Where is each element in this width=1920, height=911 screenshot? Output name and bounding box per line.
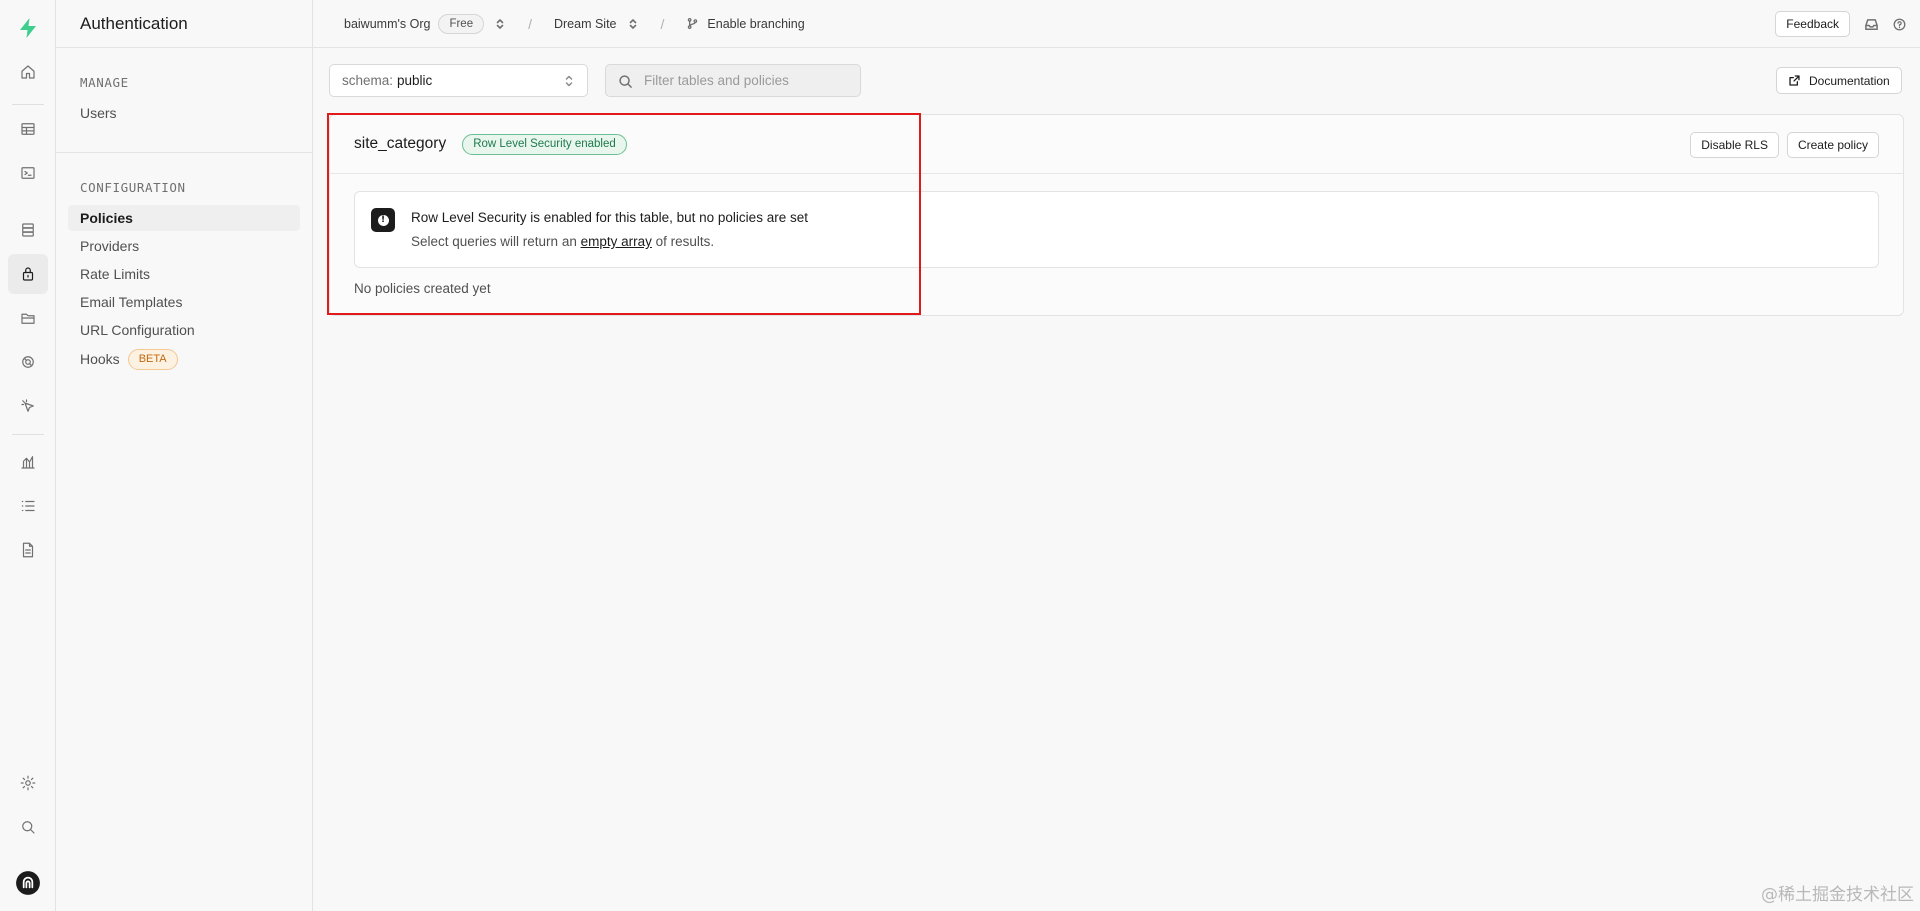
breadcrumb-separator: /: [660, 15, 665, 32]
rls-warning-notice: ! Row Level Security is enabled for this…: [354, 191, 1879, 268]
filter-input[interactable]: [644, 73, 844, 88]
menu-item-url-configuration[interactable]: URL Configuration: [68, 317, 300, 343]
table-name: site_category: [354, 135, 447, 152]
search-icon[interactable]: [8, 807, 48, 847]
documentation-button[interactable]: Documentation: [1776, 67, 1902, 94]
database-icon[interactable]: [8, 210, 48, 250]
alert-icon: !: [371, 208, 395, 232]
home-icon[interactable]: [8, 52, 48, 92]
schema-label: schema:: [342, 73, 394, 88]
chevron-up-down-icon: [563, 74, 575, 91]
beta-badge: BETA: [127, 348, 178, 370]
menu-title: Authentication: [56, 0, 312, 48]
supabase-logo-icon[interactable]: [8, 8, 48, 48]
logs-icon[interactable]: [8, 486, 48, 526]
search-icon: [618, 74, 633, 94]
org-name: baiwumm's Org: [344, 16, 431, 31]
api-docs-icon[interactable]: [8, 530, 48, 570]
enable-branching-button[interactable]: Enable branching: [686, 16, 805, 31]
git-branch-icon: [686, 17, 699, 30]
icon-rail: [0, 0, 56, 911]
table-card-header: site_category Row Level Security enabled…: [330, 115, 1903, 174]
schema-select[interactable]: schema: public: [329, 64, 588, 97]
filter-search-box: [605, 64, 861, 97]
table-editor-icon[interactable]: [8, 109, 48, 149]
plan-badge: Free: [438, 13, 485, 34]
menu-divider: [56, 152, 313, 153]
menu-item-rate-limits[interactable]: Rate Limits: [68, 261, 300, 287]
top-bar: baiwumm's Org Free / Dream Site / Enable…: [313, 0, 1920, 48]
reports-icon[interactable]: [8, 442, 48, 482]
rail-divider: [12, 104, 44, 105]
disable-rls-button[interactable]: Disable RLS: [1690, 132, 1779, 158]
menu-item-users[interactable]: Users: [68, 100, 300, 126]
create-policy-button[interactable]: Create policy: [1786, 132, 1879, 158]
menu-item-email-templates[interactable]: Email Templates: [68, 289, 300, 315]
no-policies-text: No policies created yet: [354, 281, 491, 296]
edge-functions-icon[interactable]: [8, 386, 48, 426]
breadcrumb-separator: /: [528, 15, 532, 32]
menu-item-policies[interactable]: Policies: [68, 205, 300, 231]
user-avatar-icon[interactable]: [8, 863, 48, 903]
auth-menu: Authentication MANAGE Users CONFIGURATIO…: [56, 0, 313, 911]
external-link-icon: [1789, 75, 1800, 86]
notice-title: Row Level Security is enabled for this t…: [411, 210, 808, 225]
watermark: @稀土掘金技术社区: [1761, 885, 1914, 905]
rls-status-badge: Row Level Security enabled: [462, 133, 627, 155]
empty-array-link[interactable]: empty array: [581, 234, 652, 249]
notice-desc-before: Select queries will return an: [411, 234, 577, 249]
menu-item-providers[interactable]: Providers: [68, 233, 300, 259]
chevron-up-down-icon: [494, 18, 506, 30]
storage-icon[interactable]: [8, 298, 48, 338]
inbox-icon[interactable]: [1864, 17, 1879, 32]
table-card-actions: Disable RLS Create policy: [1690, 132, 1879, 158]
project-selector[interactable]: Dream Site: [554, 17, 639, 31]
notice-description: Select queries will return an empty arra…: [411, 234, 714, 249]
project-name: Dream Site: [553, 16, 617, 31]
schema-value: public: [397, 73, 433, 88]
feedback-button[interactable]: Feedback: [1775, 11, 1850, 37]
menu-item-hooks-label: Hooks: [80, 351, 120, 367]
realtime-icon[interactable]: [8, 342, 48, 382]
documentation-label: Documentation: [1809, 73, 1890, 88]
rail-divider: [12, 434, 44, 435]
authentication-icon[interactable]: [8, 254, 48, 294]
settings-icon[interactable]: [8, 763, 48, 803]
sql-editor-icon[interactable]: [8, 153, 48, 193]
org-selector[interactable]: baiwumm's Org Free: [344, 13, 506, 34]
menu-group-manage: MANAGE: [80, 75, 129, 90]
topbar-actions: Feedback: [1775, 11, 1906, 37]
notice-desc-after: of results.: [655, 234, 715, 249]
menu-group-configuration: CONFIGURATION: [80, 180, 186, 195]
chevron-up-down-icon: [627, 18, 639, 30]
menu-item-hooks[interactable]: Hooks BETA: [68, 346, 300, 372]
enable-branching-label: Enable branching: [707, 16, 805, 31]
help-icon[interactable]: [1893, 18, 1906, 31]
table-policy-card: site_category Row Level Security enabled…: [329, 114, 1904, 316]
